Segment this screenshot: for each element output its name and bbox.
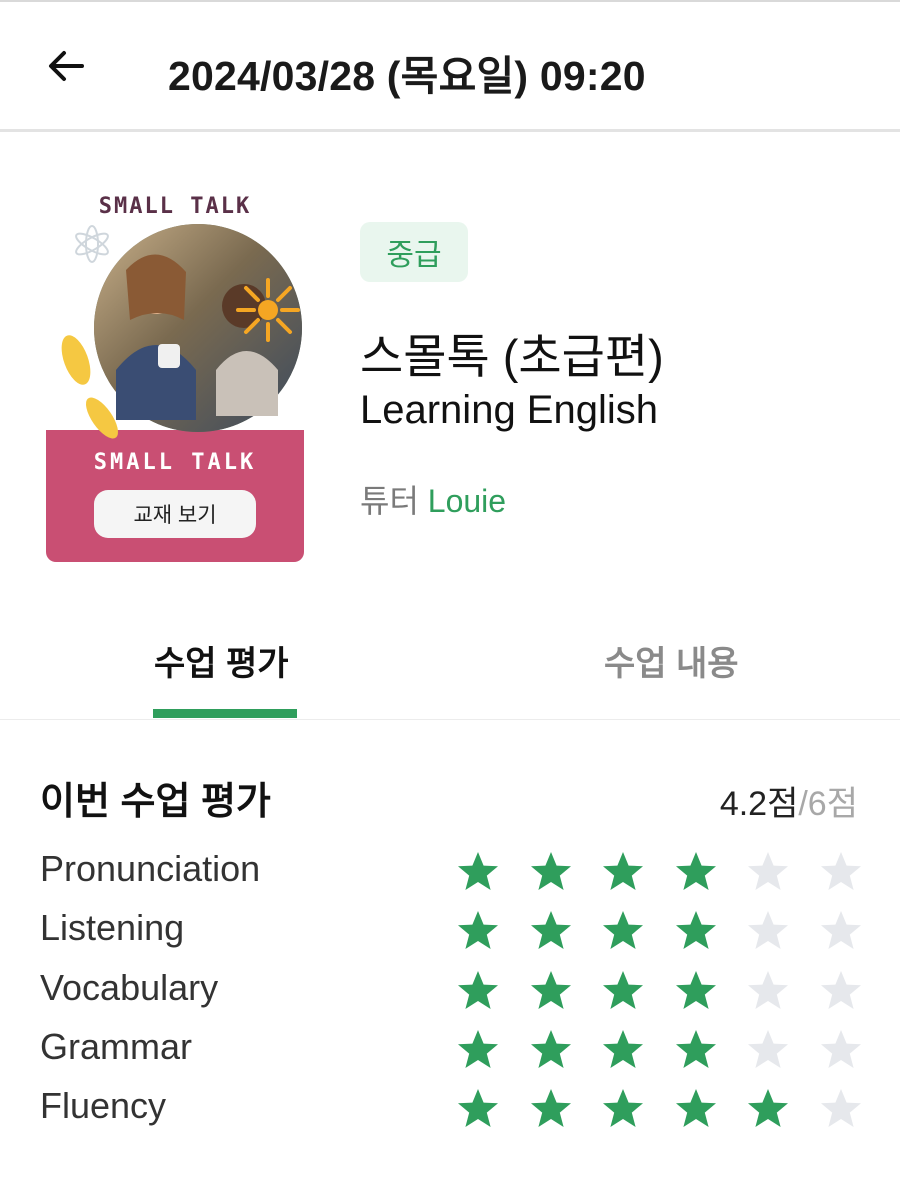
star-filled-icon (458, 911, 498, 949)
tab-lesson-content[interactable]: 수업 내용 (604, 636, 739, 685)
rating-score: 4.2점/6점 (720, 776, 858, 825)
star-empty-icon (820, 1089, 861, 1127)
score-value: 4.2점 (719, 785, 799, 823)
textbook-cover[interactable]: SMALL TALK SMALL TALK 교재 보기 (46, 180, 304, 562)
star-empty-icon (748, 971, 788, 1009)
course-title: 스몰톡 (초급편) (360, 330, 664, 383)
star-empty-icon (820, 852, 861, 890)
star-filled-icon (530, 852, 571, 890)
header: 2024/03/28 (목요일) 09:20 (0, 2, 900, 132)
rating-label: Grammar (40, 1026, 192, 1067)
star-filled-icon (603, 971, 643, 1009)
tutor-info: 튜터 Louie (360, 476, 506, 522)
star-filled-icon (603, 1030, 643, 1068)
score-total: /6점 (798, 785, 858, 823)
star-empty-icon (748, 911, 788, 949)
level-badge: 중급 (360, 222, 468, 282)
rating-row: Grammar (0, 1020, 900, 1080)
star-filled-icon (458, 852, 498, 890)
rating-row: Fluency (0, 1079, 900, 1139)
star-filled-icon (458, 1089, 498, 1127)
rating-label: Pronunciation (40, 848, 261, 889)
star-empty-icon (820, 971, 861, 1009)
rating-label: Listening (40, 907, 185, 948)
star-filled-icon (675, 911, 716, 949)
tutor-label: 튜터 (360, 483, 419, 519)
star-filled-icon (530, 911, 571, 949)
star-filled-icon (530, 971, 571, 1009)
star-filled-icon (675, 1089, 716, 1127)
rating-row: Listening (0, 901, 900, 961)
tutor-name[interactable]: Louie (428, 483, 506, 519)
back-button[interactable] (36, 36, 96, 96)
tab-bar: 수업 평가 수업 내용 (0, 610, 900, 720)
star-empty-icon (820, 1030, 861, 1068)
page-title: 2024/03/28 (목요일) 09:20 (168, 53, 646, 99)
active-tab-indicator (153, 709, 297, 718)
star-filled-icon (675, 971, 716, 1009)
star-filled-icon (603, 852, 643, 890)
star-filled-icon (458, 1030, 498, 1068)
rating-label: Vocabulary (40, 967, 219, 1008)
cover-top-title: SMALL TALK (98, 194, 252, 219)
star-empty-icon (820, 911, 861, 949)
star-filled-icon (603, 911, 643, 949)
star-filled-icon (458, 971, 498, 1009)
rating-row: Pronunciation (0, 842, 900, 902)
rating-label: Fluency (40, 1085, 167, 1126)
tab-lesson-evaluation[interactable]: 수업 평가 (154, 636, 289, 685)
star-empty-icon (748, 852, 788, 890)
course-subtitle: Learning English (360, 388, 658, 432)
star-filled-icon (675, 852, 716, 890)
arrow-left-icon (49, 51, 84, 81)
star-empty-icon (748, 1030, 788, 1068)
star-filled-icon (748, 1089, 788, 1127)
star-filled-icon (530, 1030, 571, 1068)
star-filled-icon (530, 1089, 571, 1127)
rating-section-title: 이번 수업 평가 (40, 781, 271, 823)
star-filled-icon (603, 1089, 643, 1127)
cover-illustration (61, 224, 302, 439)
view-textbook-button[interactable]: 교재 보기 (94, 490, 256, 538)
rating-row: Vocabulary (0, 961, 900, 1021)
star-filled-icon (675, 1030, 716, 1068)
